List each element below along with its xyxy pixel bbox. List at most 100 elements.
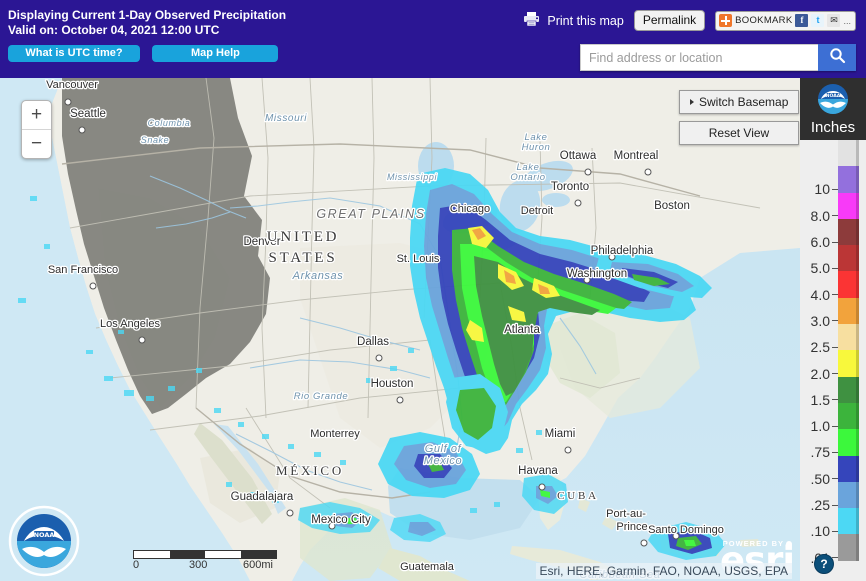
location-search xyxy=(580,44,856,71)
what-is-utc-time-button[interactable]: What is UTC time? xyxy=(8,45,140,62)
svg-text:NOAA: NOAA xyxy=(34,531,55,539)
legend-value-label: 2.5 xyxy=(810,339,830,356)
map-control-buttons: Switch Basemap Reset View xyxy=(679,90,799,145)
map-attribution[interactable]: Esri, HERE, Garmin, FAO, NOAA, USGS, EPA xyxy=(535,563,792,579)
valid-time-label: Valid on: October 04, 2021 12:00 UTC xyxy=(8,23,220,37)
header-buttons: What is UTC time? Map Help xyxy=(8,43,286,62)
scale-label-mid: 300 xyxy=(189,559,208,571)
permalink-button[interactable]: Permalink xyxy=(633,10,706,31)
switch-basemap-button[interactable]: Switch Basemap xyxy=(679,90,799,114)
legend-value-label: 1.5 xyxy=(810,391,830,408)
legend-swatch xyxy=(838,481,859,509)
legend-swatch xyxy=(838,455,859,483)
legend-swatch xyxy=(838,245,859,272)
reset-view-button[interactable]: Reset View xyxy=(679,121,799,145)
svg-text:NOAA: NOAA xyxy=(826,93,841,99)
map-label: GREAT PLAINS xyxy=(316,207,425,221)
legend-value-label: .25 xyxy=(810,497,830,513)
legend-value-label: 10 xyxy=(814,181,830,198)
search-icon xyxy=(829,47,846,69)
map-label: Prince xyxy=(616,521,647,533)
facebook-share-icon[interactable]: f xyxy=(795,14,809,27)
legend-value-label: .10 xyxy=(810,523,830,540)
legend-swatch xyxy=(838,140,859,167)
legend-swatch xyxy=(838,324,859,351)
print-this-map-label: Print this map xyxy=(547,13,624,28)
chevron-right-icon xyxy=(690,99,694,105)
map-label: Dallas xyxy=(357,336,389,348)
city-marker-dot xyxy=(538,483,546,491)
legend-header: NOAA Inches xyxy=(800,78,866,140)
legend-value-label: 3.0 xyxy=(810,312,830,329)
legend-value-label: .50 xyxy=(810,470,830,487)
legend-title: Inches xyxy=(810,119,856,136)
map-label: Rio Grande xyxy=(294,391,349,402)
city-marker-dot xyxy=(78,126,86,134)
city-marker-dot xyxy=(644,168,652,176)
city-marker-dot xyxy=(64,98,72,106)
zoom-in-button[interactable]: + xyxy=(22,101,51,130)
legend-swatch xyxy=(838,192,859,220)
map-label: Havana xyxy=(518,465,558,477)
page-header: Displaying Current 1-Day Observed Precip… xyxy=(0,0,866,78)
bookmark-label: BOOKMARK xyxy=(735,15,793,26)
map-viewport[interactable]: Vancouver Seattle San Francisco Los Angeles… xyxy=(0,78,866,581)
legend-swatch xyxy=(838,297,859,325)
bookmark-share-widget[interactable]: BOOKMARK f t ✉ ... xyxy=(715,10,856,31)
legend-swatch xyxy=(838,350,859,377)
add-bookmark-icon[interactable] xyxy=(719,14,733,27)
map-label: Atlanta xyxy=(504,324,540,336)
map-label: Monterrey xyxy=(310,428,360,440)
map-label: Boston xyxy=(654,200,690,212)
question-mark-icon[interactable]: ? xyxy=(814,554,834,574)
scale-bar-labels: 0 300 600mi xyxy=(133,559,293,573)
switch-basemap-label: Switch Basemap xyxy=(699,95,789,109)
legend-swatch xyxy=(838,376,859,404)
map-label: Montreal xyxy=(614,150,659,162)
city-marker-dot xyxy=(584,168,592,176)
legend-swatch xyxy=(838,166,859,193)
zoom-out-button[interactable]: − xyxy=(22,130,51,158)
search-button[interactable] xyxy=(818,44,856,71)
map-label: Miami xyxy=(545,428,576,440)
map-label: Huron xyxy=(522,142,551,153)
map-label: UNITED xyxy=(267,229,340,245)
map-label: Seattle xyxy=(70,108,106,120)
more-share-options-icon[interactable]: ... xyxy=(843,16,852,26)
map-label: Houston xyxy=(371,378,414,390)
map-graphic: Vancouver Seattle San Francisco Los Angeles… xyxy=(0,78,866,581)
map-label: Mexico xyxy=(424,455,462,467)
noaa-logo-icon: NOAA xyxy=(8,505,80,577)
zoom-control: + − xyxy=(21,100,52,159)
map-help-button[interactable]: Map Help xyxy=(152,45,279,62)
legend-value-label: 6.0 xyxy=(810,234,830,251)
city-marker-dot xyxy=(396,396,404,404)
map-label: STATES xyxy=(269,250,338,266)
map-label: Chicago xyxy=(450,203,490,215)
map-label: Los Angeles xyxy=(100,318,160,330)
scale-label-end: 600mi xyxy=(243,559,273,571)
map-label: Mississippi xyxy=(387,172,438,182)
city-marker-dot xyxy=(564,446,572,454)
legend-panel: NOAA Inches 10 8.0 6.0 5.0 4.0 3.0 2.5 2.0 1.5 1.… xyxy=(800,78,866,581)
twitter-share-icon[interactable]: t xyxy=(811,14,825,27)
map-label: Ontario xyxy=(510,172,545,183)
printer-icon xyxy=(523,11,541,30)
map-label: Guatemala xyxy=(400,561,455,573)
email-share-icon[interactable]: ✉ xyxy=(827,14,841,27)
map-label: Vancouver xyxy=(46,79,98,91)
legend-swatch xyxy=(838,429,859,456)
map-label: Arkansas xyxy=(292,270,344,282)
map-label: St. Louis xyxy=(397,253,440,265)
city-marker-dot xyxy=(640,539,648,547)
city-marker-dot xyxy=(89,282,97,290)
scale-bar: 0 300 600mi xyxy=(133,550,293,573)
map-label: Santo Domingo xyxy=(648,524,724,536)
search-input[interactable] xyxy=(580,44,818,71)
map-label: Gulf of xyxy=(425,443,462,455)
map-label: Mexico City xyxy=(311,514,371,526)
print-this-map-button[interactable]: Print this map xyxy=(523,11,624,30)
map-label: Columbia xyxy=(148,118,191,128)
legend-color-ramp xyxy=(838,140,859,562)
map-label: Toronto xyxy=(551,181,589,193)
